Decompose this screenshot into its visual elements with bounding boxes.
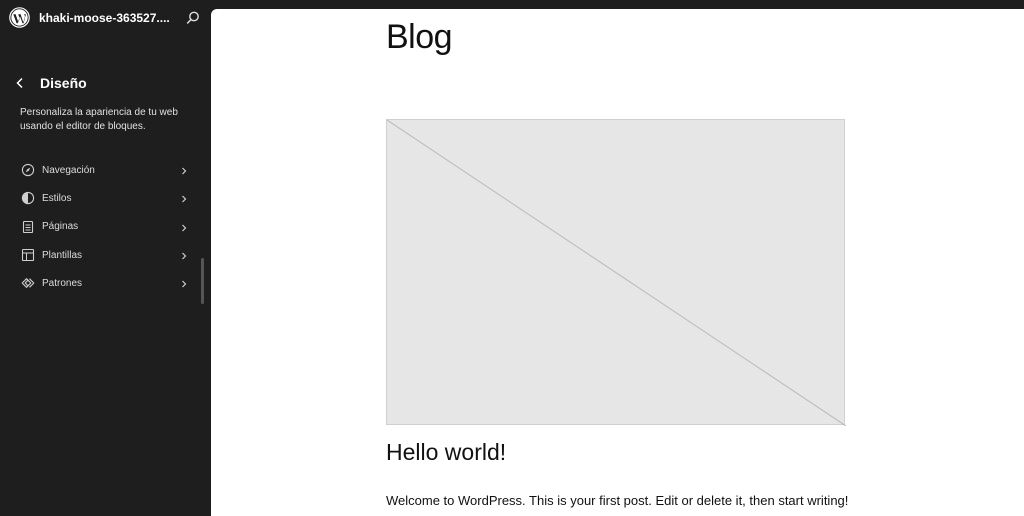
blog-title: Blog	[386, 18, 453, 56]
compass-icon	[20, 162, 36, 178]
chevron-right-icon	[178, 164, 190, 176]
site-preview-canvas[interactable]: Blog Hello world! Welcome to WordPress. …	[211, 9, 1024, 516]
site-header: khaki-moose-363527....	[0, 0, 210, 36]
panel-description: Personaliza la apariencia de tu web usan…	[20, 107, 178, 132]
chevron-right-icon	[178, 192, 190, 204]
nav-item-estilos[interactable]: Estilos	[12, 184, 194, 212]
nav-item-label: Plantillas	[42, 249, 83, 261]
sidebar: khaki-moose-363527.... Diseño Personaliz…	[0, 0, 210, 516]
design-nav-list: Navegación Estilos Páginas Plantillas Pa…	[12, 156, 194, 297]
nav-item-label: Páginas	[42, 221, 79, 233]
nav-item-plantillas[interactable]: Plantillas	[12, 241, 194, 269]
site-title[interactable]: khaki-moose-363527....	[39, 11, 170, 25]
nav-item-paginas[interactable]: Páginas	[12, 213, 194, 241]
chevron-right-icon	[178, 277, 190, 289]
post-title: Hello world!	[386, 439, 507, 465]
nav-item-label: Estilos	[42, 192, 72, 204]
featured-image-placeholder	[386, 119, 846, 426]
search-icon[interactable]	[184, 9, 202, 27]
chevron-right-icon	[178, 221, 190, 233]
chevron-right-icon	[178, 249, 190, 261]
nav-item-label: Patrones	[42, 277, 83, 289]
nav-item-patrones[interactable]: Patrones	[12, 269, 194, 297]
nav-item-navegacion[interactable]: Navegación	[12, 156, 194, 184]
wordpress-logo-icon[interactable]	[9, 7, 30, 28]
diamond-icon	[20, 275, 36, 291]
sidebar-scrollbar[interactable]	[201, 258, 204, 304]
post-excerpt: Welcome to WordPress. This is your first…	[386, 493, 849, 508]
page-icon	[20, 219, 36, 235]
panel-title: Diseño	[40, 75, 87, 91]
half-circle-styles-icon	[20, 190, 36, 206]
nav-item-label: Navegación	[42, 164, 95, 176]
layout-icon	[20, 247, 36, 263]
back-chevron-icon[interactable]	[12, 74, 28, 92]
